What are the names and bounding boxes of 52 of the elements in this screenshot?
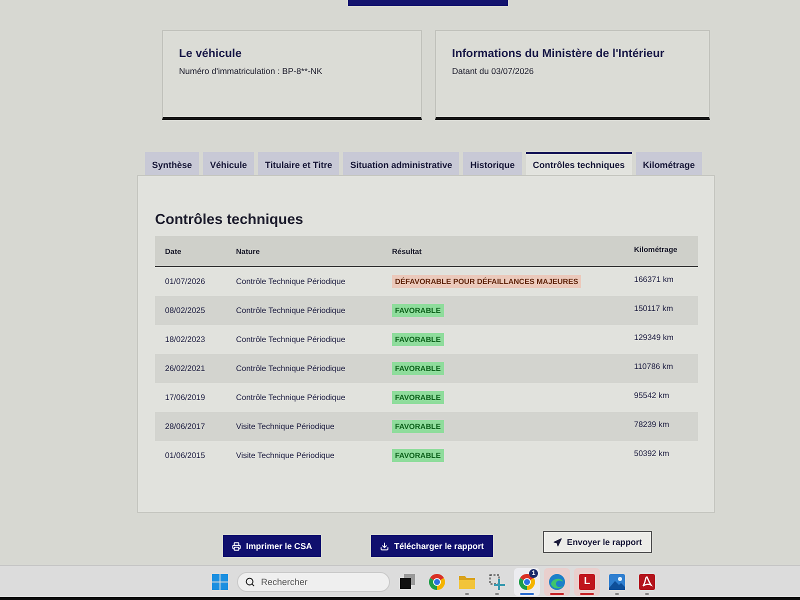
card-title: Le véhicule bbox=[179, 48, 243, 60]
folder-icon bbox=[459, 574, 475, 588]
color-ring-icon bbox=[429, 574, 445, 590]
action-button[interactable]: Télécharger le rapport bbox=[371, 535, 493, 557]
date-cell-text: 01/06/2015 bbox=[164, 451, 206, 460]
date-cell-text: 18/02/2023 bbox=[164, 335, 206, 344]
card-text: Numéro d'immatriculation : BP-8**-NK bbox=[179, 66, 324, 76]
windows-logo-icon[interactable] bbox=[212, 574, 228, 590]
action-button[interactable]: Imprimer le CSA bbox=[223, 535, 322, 557]
nature-cell-text: Contrôle Technique Périodique bbox=[236, 277, 346, 286]
mileage-cell-text: 150117 km bbox=[634, 304, 674, 313]
section-title: Contrôles techniques bbox=[155, 212, 304, 228]
stacked-squares-icon bbox=[400, 574, 414, 589]
nature-cell-text: Contrôle Technique Périodique bbox=[236, 393, 346, 402]
date-cell-text: 28/06/2017 bbox=[164, 422, 206, 431]
date-cell-text: 17/06/2019 bbox=[164, 393, 206, 402]
mileage-cell-text: 166371 km bbox=[634, 275, 675, 284]
mileage-cell-text: 110786 km bbox=[634, 362, 674, 371]
mileage-cell-text: 95542 km bbox=[634, 391, 670, 400]
date-cell-text: 01/07/2026 bbox=[164, 277, 206, 286]
nature-cell-text: Contrôle Technique Périodique bbox=[236, 364, 346, 373]
card-text: Datant du 03/07/2026 bbox=[452, 66, 535, 76]
tab[interactable]: Kilométrage bbox=[636, 152, 702, 175]
tab[interactable]: Véhicule bbox=[203, 152, 254, 175]
taskbar-app[interactable]: L bbox=[574, 568, 600, 596]
tab[interactable]: Historique bbox=[463, 152, 522, 175]
card-title: Informations du Ministère de l'Intérieur bbox=[452, 48, 666, 60]
search-icon bbox=[245, 576, 255, 586]
tab[interactable]: Contrôles techniques bbox=[526, 152, 632, 175]
search-field[interactable]: Rechercher bbox=[237, 572, 390, 592]
nature-cell-text: Visite Technique Périodique bbox=[236, 422, 336, 431]
tab[interactable]: Synthèse bbox=[145, 152, 200, 175]
pdf-icon bbox=[639, 574, 655, 590]
date-cell-text: 08/02/2025 bbox=[164, 306, 206, 315]
landscape-icon bbox=[609, 574, 625, 590]
mileage-cell-text: 50392 km bbox=[634, 449, 670, 458]
printer-icon bbox=[232, 542, 241, 550]
color-ring-icon bbox=[519, 574, 535, 590]
download-icon bbox=[380, 542, 390, 550]
nature-cell-text: Contrôle Technique Périodique bbox=[236, 335, 346, 344]
tab[interactable]: Situation administrative bbox=[343, 152, 460, 175]
dashed-square-icon bbox=[489, 574, 505, 590]
mileage-cell-text: 78239 km bbox=[634, 420, 670, 429]
mileage-cell-text: 129349 km bbox=[634, 333, 675, 342]
nature-cell-text: Visite Technique Périodique bbox=[236, 451, 336, 460]
send-arrow-icon bbox=[552, 538, 562, 546]
wave-ring-icon bbox=[549, 574, 565, 590]
action-button[interactable]: Envoyer le rapport bbox=[542, 531, 652, 553]
tab[interactable]: Titulaire et Titre bbox=[258, 152, 340, 175]
nature-cell-text: Contrôle Technique Périodique bbox=[236, 306, 346, 315]
date-cell-text: 26/02/2021 bbox=[164, 364, 206, 373]
letter-tile: L bbox=[579, 574, 595, 590]
